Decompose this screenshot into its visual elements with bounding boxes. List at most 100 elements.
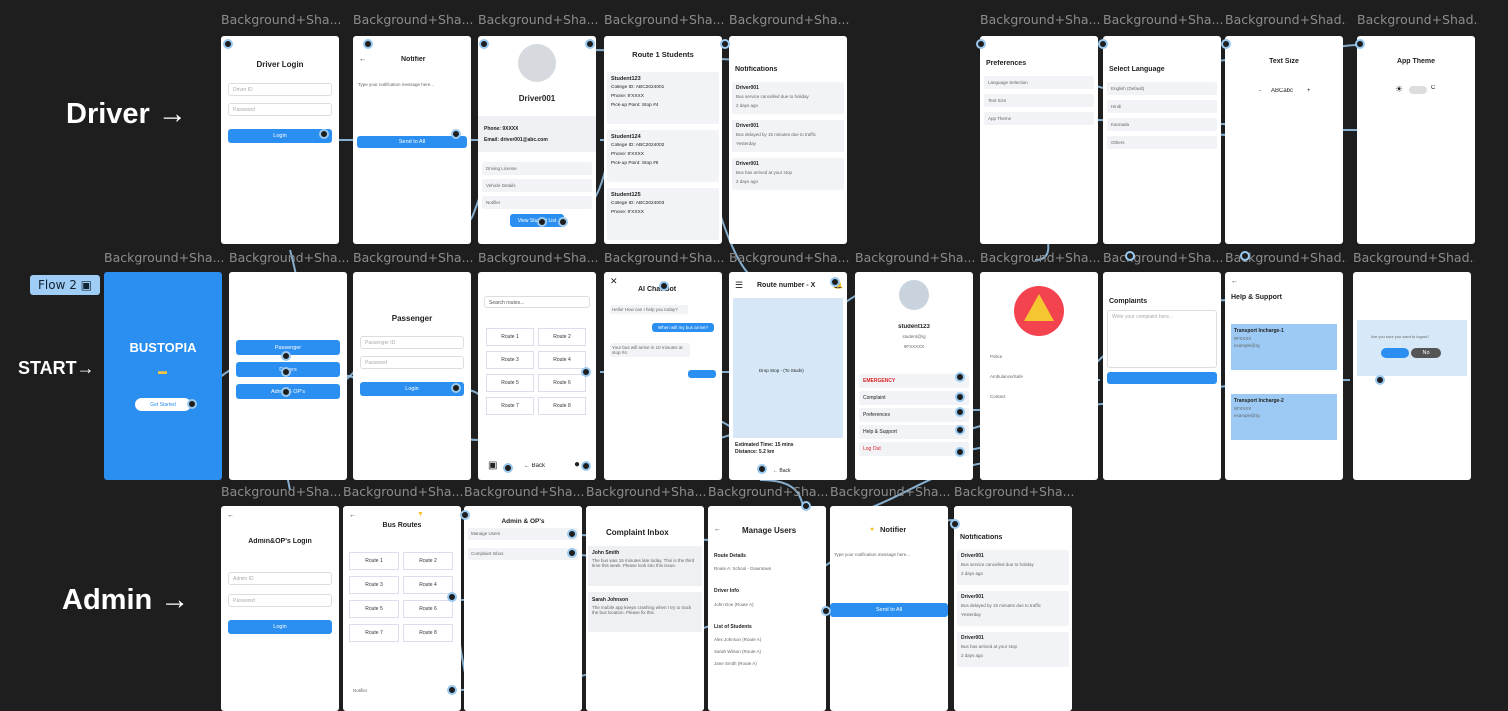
hotspot-dot[interactable] — [955, 407, 965, 417]
notification-card[interactable]: Driver001 Bus has arrived at your stop 2 d… — [732, 158, 844, 190]
hotspot-dot[interactable] — [281, 367, 291, 377]
student-card[interactable]: Student125 College ID: ABC2024003 Phone: 9… — [607, 188, 719, 240]
contact-option[interactable]: Contact — [990, 394, 1006, 399]
notifier-item[interactable]: Notifier — [482, 196, 592, 209]
hotspot-dot[interactable] — [955, 447, 965, 457]
frame-complaints[interactable]: Complaints Write your complaint here... — [1103, 272, 1221, 480]
password-field[interactable]: Password — [228, 103, 332, 116]
login-button[interactable]: Login — [360, 382, 464, 396]
send-button[interactable]: Send to All — [830, 603, 948, 617]
frame-emergency[interactable]: Police Ambulance/Safe Contact — [980, 272, 1098, 480]
frame-bus-routes[interactable]: ← ▼ Bus Routes Route 1 Route 2 Route 3 Rout… — [343, 506, 461, 711]
hotspot-dot[interactable] — [821, 606, 831, 616]
back-icon[interactable]: ← — [1231, 278, 1238, 285]
frame-help[interactable]: ← Help & Support Transport Incharge-1 9F… — [1225, 272, 1343, 480]
route-tile[interactable]: Route 2 — [403, 552, 453, 570]
notification-card[interactable]: Driver001 Bus delayed by 15 minutes due t… — [732, 120, 844, 152]
hotspot-dot[interactable] — [950, 519, 960, 529]
vehicle-item[interactable]: Vehicle Details — [482, 179, 592, 192]
frame-route-map[interactable]: ☰ Route number - X 🔔 Drop Stop - (To Stu… — [729, 272, 847, 480]
hotspot-dot[interactable] — [558, 217, 568, 227]
hotspot-dot[interactable] — [1355, 39, 1365, 49]
hotspot-dot[interactable] — [223, 39, 233, 49]
frame-complaint-inbox[interactable]: Complaint Inbox John Smith The bus was 1… — [586, 506, 704, 711]
message-input[interactable]: Type your notification message here... — [834, 552, 944, 557]
pref-text-size[interactable]: Text Size — [984, 94, 1094, 107]
hotspot-dot[interactable] — [801, 501, 811, 511]
send-button[interactable] — [688, 370, 716, 378]
back-link[interactable]: ← Back — [773, 468, 791, 474]
back-icon[interactable]: ← — [714, 526, 721, 533]
frame-admin-notifier[interactable]: ● Notifier Type your notification messag… — [830, 506, 948, 711]
hotspot-dot[interactable] — [955, 372, 965, 382]
back-link[interactable]: ← Back — [524, 463, 545, 469]
police-option[interactable]: Police — [990, 354, 1002, 359]
frame-select-language[interactable]: Select Language English (Default) Hindi … — [1103, 36, 1221, 244]
password-field[interactable]: Password — [360, 356, 464, 369]
hotspot-dot[interactable] — [460, 510, 470, 520]
frame-chatbot[interactable]: ✕ AI Chat Bot Hello! How can I help you … — [604, 272, 722, 480]
notification-card[interactable]: Driver001 Bus service cancelled due to ho… — [732, 82, 844, 114]
login-button[interactable]: Login — [228, 620, 332, 634]
notification-card[interactable]: Driver001 Bus delayed by 15 minutes due t… — [957, 591, 1069, 626]
hotspot-dot[interactable] — [447, 685, 457, 695]
notification-card[interactable]: Driver001 Bus has arrived at your stop 2 d… — [957, 632, 1069, 667]
hotspot-dot[interactable] — [1240, 251, 1250, 261]
route-tile[interactable]: Route 3 — [486, 351, 534, 369]
submit-button[interactable] — [1107, 372, 1217, 384]
hotspot-dot[interactable] — [757, 464, 767, 474]
pref-language[interactable]: Language Selection — [984, 76, 1094, 89]
hotspot-dot[interactable] — [187, 399, 197, 409]
route-tile[interactable]: Route 3 — [349, 576, 399, 594]
frame-driver-notifier[interactable]: ← Notifier Type your notification messag… — [353, 36, 471, 244]
frame-driver-profile[interactable]: Driver001 Phone: 9XXXX Email: driver001@… — [478, 36, 596, 244]
back-icon[interactable]: ← — [349, 512, 356, 519]
route-tile[interactable]: Route 1 — [349, 552, 399, 570]
route-tile[interactable]: Route 8 — [538, 397, 586, 415]
route-tile[interactable]: Route 5 — [349, 600, 399, 618]
menu-item[interactable]: Help & Support — [859, 425, 969, 439]
menu-item[interactable]: EMERGENCY — [859, 374, 969, 388]
hotspot-dot[interactable] — [281, 351, 291, 361]
hotspot-dot[interactable] — [1375, 375, 1385, 385]
frame-admin-notifications[interactable]: Notifications Driver001 Bus service cance… — [954, 506, 1072, 711]
student-list-item[interactable]: Jane Smith (Route A) — [714, 661, 757, 666]
notifier-link[interactable]: Notifier — [353, 688, 367, 693]
menu-item[interactable]: Complaint — [859, 391, 969, 405]
frame-driver-notifications[interactable]: Notifications Driver001 Bus service cance… — [729, 36, 847, 244]
close-icon[interactable]: ✕ — [610, 276, 618, 287]
driver-id-field[interactable]: Driver ID — [228, 83, 332, 96]
increase-button[interactable]: + — [1307, 88, 1311, 94]
chatbot-icon[interactable]: ● — [574, 459, 580, 470]
contact-card-2[interactable]: Transport Incharge-2 9FXXXX example@rg — [1231, 394, 1337, 440]
hotspot-dot[interactable] — [1098, 39, 1108, 49]
hotspot-dot[interactable] — [451, 383, 461, 393]
student-card[interactable]: Student124 College ID: ABC2024002 Phone: 9… — [607, 130, 719, 182]
yes-button[interactable] — [1381, 348, 1409, 358]
get-started-button[interactable]: Get Started — [135, 398, 191, 411]
student-list-item[interactable]: Alex Johnson (Route A) — [714, 637, 761, 642]
route-tile[interactable]: Route 4 — [403, 576, 453, 594]
decrease-button[interactable]: - — [1259, 88, 1261, 94]
notification-card[interactable]: Driver001 Bus service cancelled due to ho… — [957, 550, 1069, 585]
hotspot-dot[interactable] — [581, 367, 591, 377]
password-field[interactable]: Password — [228, 594, 332, 607]
route-tile[interactable]: Route 5 — [486, 374, 534, 392]
menu-icon[interactable]: ☰ — [735, 280, 743, 291]
route-tile[interactable]: Route 6 — [403, 600, 453, 618]
hotspot-dot[interactable] — [720, 39, 730, 49]
lang-english[interactable]: English (Default) — [1107, 82, 1217, 95]
theme-toggle[interactable] — [1409, 86, 1427, 94]
route-tile[interactable]: Route 2 — [538, 328, 586, 346]
hotspot-dot[interactable] — [1221, 39, 1231, 49]
hotspot-dot[interactable] — [976, 39, 986, 49]
manage-users-item[interactable]: Manage Users — [468, 528, 578, 540]
hotspot-dot[interactable] — [955, 425, 965, 435]
lang-others[interactable]: Others — [1107, 136, 1217, 149]
contact-card-1[interactable]: Transport Incharge-1 9FXXXX example@rg — [1231, 324, 1337, 370]
pref-theme[interactable]: App Theme — [984, 112, 1094, 125]
frame-admin-ops[interactable]: Admin & OP's Manage Users Complaint Inbo… — [464, 506, 582, 711]
lang-hindi[interactable]: Hindi — [1107, 100, 1217, 113]
ambulance-option[interactable]: Ambulance/Safe — [990, 374, 1023, 379]
frame-route-students[interactable]: Route 1 Students Student123 College ID: A… — [604, 36, 722, 244]
